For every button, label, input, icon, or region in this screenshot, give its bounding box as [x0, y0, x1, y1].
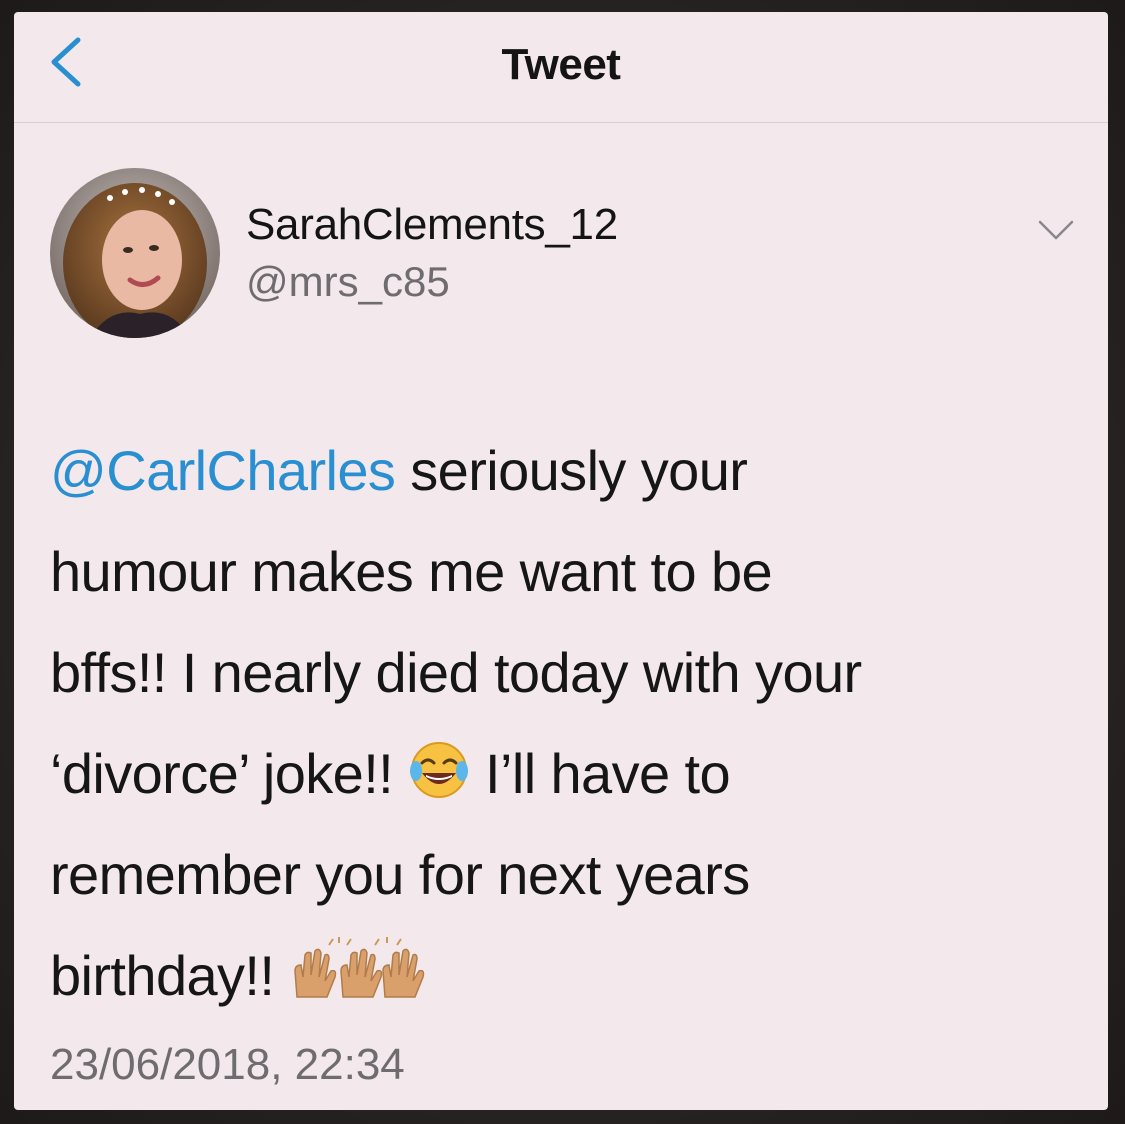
author-display-name[interactable]: SarahClements_12 [246, 200, 618, 250]
more-options-button[interactable] [1034, 212, 1078, 248]
tweet-timestamp: 23/06/2018, 22:34 [50, 1040, 405, 1089]
tweet-text-segment: ‘divorce’ joke!! [50, 742, 409, 805]
tweet-author-header: SarahClements_12 @mrs_c85 [14, 152, 1108, 342]
tweet-text-segment: I’ll have to [470, 742, 731, 805]
tweet-line: bffs!! I nearly died today with your [50, 641, 862, 704]
tweet-line: birthday!! [50, 925, 1050, 1026]
tweet-line: @CarlCharles seriously your [50, 420, 1050, 521]
photo-frame: Tweet SarahClements_12 @mrs_c85 @CarlCha… [0, 0, 1125, 1124]
tweet-line: humour makes me want to be [50, 540, 773, 603]
author-handle[interactable]: @mrs_c85 [246, 258, 450, 306]
tweet-screen: Tweet SarahClements_12 @mrs_c85 @CarlCha… [14, 12, 1108, 1110]
page-title: Tweet [501, 40, 621, 89]
mention-link[interactable]: @CarlCharles [50, 439, 396, 502]
tweet-line: ‘divorce’ joke!! I’ll have to [50, 723, 1050, 824]
tweet-text-segment: seriously your [395, 439, 748, 502]
face-with-tears-of-joy-icon [408, 731, 470, 832]
chevron-down-icon [1038, 220, 1074, 240]
tweet-line: remember you for next years [50, 843, 750, 906]
tweet-text-segment: birthday!! [50, 944, 290, 1007]
tweet-text: @CarlCharles seriously your humour makes… [50, 420, 1050, 1026]
avatar[interactable] [50, 168, 220, 338]
raising-hands-icon [289, 933, 439, 1034]
avatar-photo [50, 168, 220, 338]
nav-divider [14, 122, 1108, 123]
navigation-bar: Tweet [14, 12, 1108, 122]
